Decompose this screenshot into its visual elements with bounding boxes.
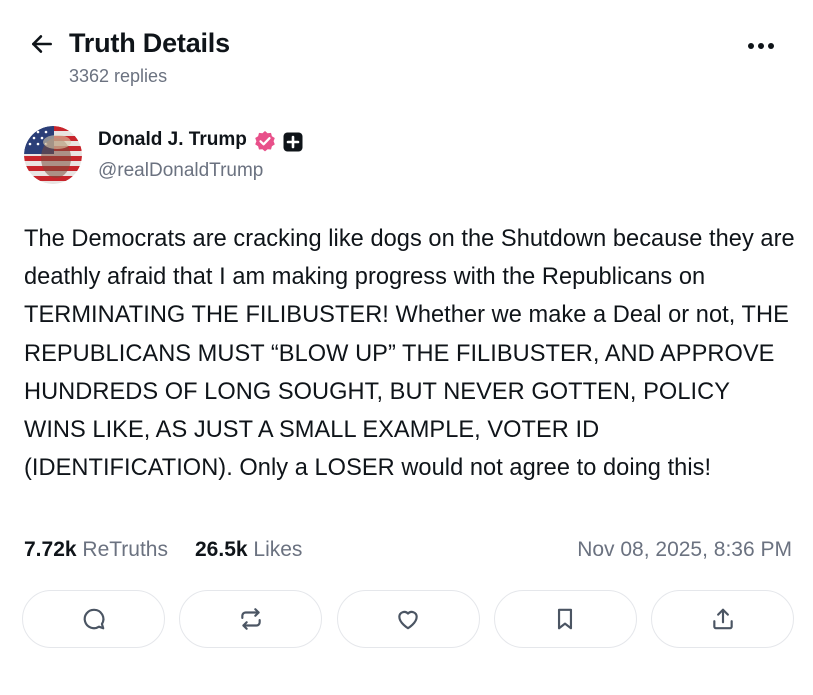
post-author[interactable]: Donald J. Trump @realDonaldTrump (24, 124, 444, 188)
retruths-label: ReTruths (82, 538, 168, 561)
post-stats: 7.72k ReTruths 26.5k Likes Nov 08, 2025,… (24, 538, 794, 568)
likes-label: Likes (253, 538, 303, 561)
reply-icon (83, 608, 104, 630)
likes-stat[interactable]: 26.5k Likes (195, 538, 302, 562)
more-horizontal-icon (748, 43, 774, 49)
share-icon (712, 608, 733, 630)
post-actions (22, 590, 794, 650)
avatar-image (24, 126, 82, 184)
bookmark-button[interactable] (493, 590, 637, 648)
retruth-icon (241, 608, 261, 630)
retruths-count: 7.72k (24, 538, 77, 561)
reply-count: 3362 replies (69, 66, 168, 86)
arrow-left-icon (32, 35, 52, 53)
back-button[interactable] (24, 28, 60, 60)
more-options-button[interactable] (741, 32, 781, 60)
like-button[interactable] (336, 590, 480, 648)
post-body: The Democrats are cracking like dogs on … (24, 226, 795, 482)
heart-icon (398, 610, 418, 630)
retruths-stat[interactable]: 7.72k ReTruths (24, 538, 168, 562)
reply-button[interactable] (22, 590, 165, 648)
verified-badge-icon (255, 131, 275, 152)
bookmark-icon (558, 608, 573, 630)
page-title: Truth Details (69, 28, 230, 58)
plus-badge-icon (283, 132, 303, 152)
author-name[interactable]: Donald J. Trump (98, 129, 247, 151)
retruth-button[interactable] (179, 590, 323, 648)
post-timestamp: Nov 08, 2025, 8:36 PM (577, 538, 792, 561)
avatar[interactable] (24, 126, 82, 184)
truth-details-page: Truth Details 3362 replies Donald J. Tru… (0, 0, 813, 695)
author-handle[interactable]: @realDonaldTrump (98, 160, 263, 182)
share-button[interactable] (651, 590, 794, 648)
likes-count: 26.5k (195, 538, 248, 561)
header: Truth Details 3362 replies (22, 24, 791, 94)
